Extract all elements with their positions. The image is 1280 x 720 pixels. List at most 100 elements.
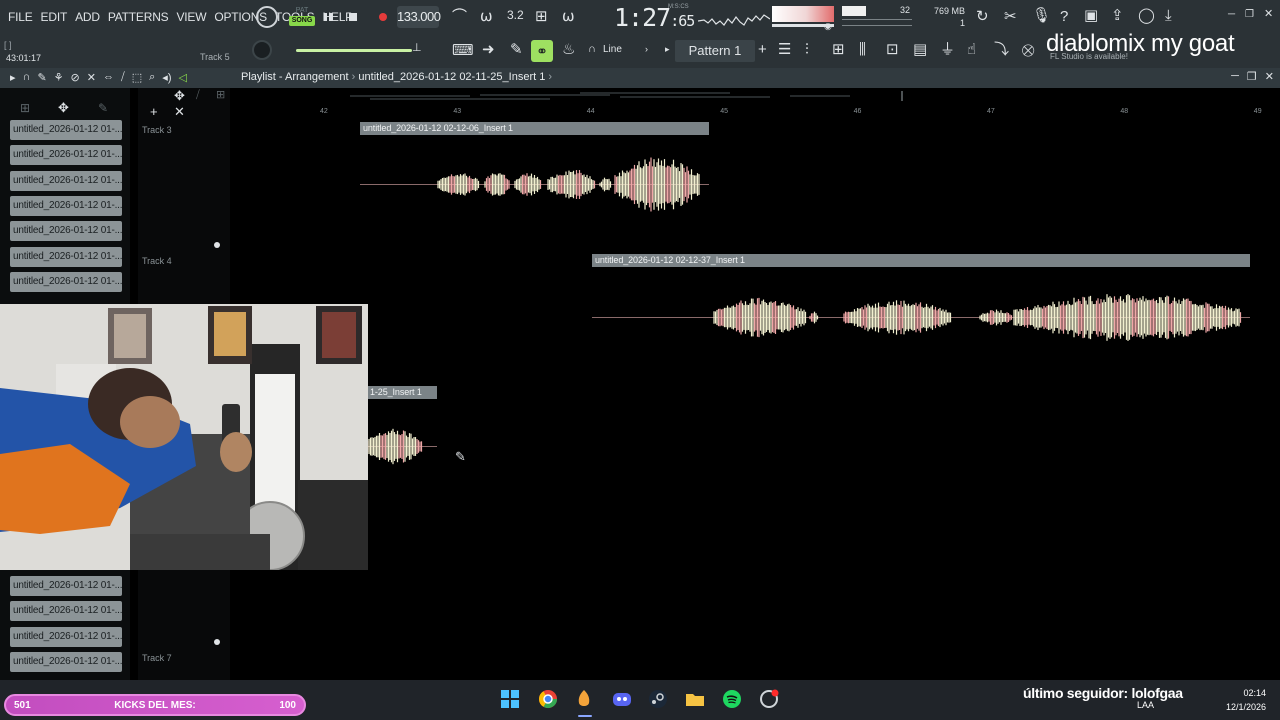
recording-app-icon[interactable]	[757, 687, 781, 711]
track-grid-icon[interactable]: ⊞	[216, 90, 225, 101]
track-link-icon[interactable]: ⧸	[196, 90, 200, 101]
browser-clip-item[interactable]: untitled_2026-01-12 01-...	[10, 651, 122, 672]
pat-song-toggle[interactable]: PAT SONG	[289, 6, 315, 30]
chrome-icon[interactable]	[536, 687, 560, 711]
record-button[interactable]	[374, 7, 392, 27]
play-triangle-icon[interactable]: ▸	[665, 45, 670, 54]
undo-icon[interactable]: ↻	[976, 9, 989, 24]
browser-clip-item[interactable]: untitled_2026-01-12 01-...	[10, 221, 122, 242]
playlist-close-icon[interactable]: ✕	[1265, 70, 1274, 83]
browser-picker-icon[interactable]: ✥	[58, 101, 69, 114]
steam-icon[interactable]	[646, 687, 670, 711]
browser-icon[interactable]: ▤	[913, 42, 927, 57]
pause-button[interactable]	[319, 7, 337, 27]
clip-header[interactable]: untitled_2026-01-12 02-12-06_Insert 1	[360, 122, 709, 135]
remove-track-icon[interactable]: ✕	[174, 105, 185, 118]
update-notice[interactable]: FL Studio is available!	[1050, 52, 1128, 61]
plugin-icon[interactable]: ⏚	[940, 42, 955, 57]
tempo-tapper-icon[interactable]: ⤵	[994, 42, 1009, 57]
track-6-mute-toggle[interactable]	[214, 639, 220, 645]
track-name-7[interactable]: Track 7	[142, 653, 172, 663]
menu-file[interactable]: FILE	[4, 8, 37, 26]
browser-grid-icon[interactable]: ⊞	[20, 102, 30, 114]
minimize-icon[interactable]: ─	[1228, 10, 1235, 20]
arrow-right-icon[interactable]: ➜	[482, 42, 495, 57]
playlist-minimize-icon[interactable]: ─	[1231, 70, 1239, 83]
browser-clip-item[interactable]: untitled_2026-01-12 01-...	[10, 195, 122, 216]
cart-icon[interactable]: ⛒	[1022, 44, 1034, 56]
link-toggle[interactable]: ⚭	[531, 40, 553, 62]
zoom-tool-icon[interactable]: ⌕	[149, 71, 155, 84]
add-track-icon[interactable]: +	[150, 105, 158, 118]
arrangement-overview[interactable]	[350, 91, 905, 101]
playlist-icon[interactable]: ☰	[778, 42, 791, 57]
help-icon[interactable]: ?	[1060, 9, 1068, 24]
cut-icon[interactable]: ✂	[1004, 9, 1017, 24]
microphone-icon[interactable]: 🎙	[1032, 8, 1051, 23]
mixer-faders-icon[interactable]: ⫼	[859, 42, 866, 57]
menu-patterns[interactable]: PATTERNS	[104, 8, 173, 26]
audio-clip[interactable]: untitled_2026-01-12 02-12-37_Insert 1	[592, 254, 1250, 360]
browser-edit-icon[interactable]: ✎	[98, 102, 108, 114]
track-name-3[interactable]: Track 3	[142, 125, 172, 135]
restore-icon[interactable]: ❐	[1245, 10, 1254, 20]
breadcrumb-item[interactable]: untitled_2026-01-12 02-11-25_Insert 1	[358, 71, 545, 83]
download-icon[interactable]: ⤓	[1165, 8, 1172, 23]
fl-studio-taskbar-icon[interactable]	[572, 687, 596, 711]
browser-clip-item[interactable]: untitled_2026-01-12 01-...	[10, 601, 122, 622]
slip-tool-icon[interactable]: ⇔	[103, 71, 114, 84]
touch-icon[interactable]: ☝	[967, 42, 976, 57]
close-icon[interactable]: ✕	[1264, 9, 1273, 20]
audio-clip[interactable]: untitled_2026-01-12 02-12-06_Insert 1	[360, 122, 709, 226]
chat-icon[interactable]: ◯	[1138, 8, 1155, 23]
paint-tool-icon[interactable]: ⚘	[54, 71, 64, 84]
delete-tool-icon[interactable]: ⊘	[71, 71, 80, 84]
chevron-right-icon[interactable]: ›	[645, 45, 648, 54]
save-icon[interactable]: ▣	[1084, 8, 1098, 23]
snap-magnet-icon[interactable]: ∩	[23, 71, 31, 84]
clip-header[interactable]: untitled_2026-01-12 02-12-37_Insert 1	[592, 254, 1250, 267]
select-tool-icon[interactable]: ⬚	[132, 71, 142, 84]
spotify-icon[interactable]	[720, 687, 744, 711]
plugin-picker-icon[interactable]: ⊡	[886, 42, 899, 57]
pattern-selector[interactable]: Pattern 1	[675, 40, 755, 62]
master-pitch-knob-icon[interactable]: ◉	[824, 22, 832, 31]
track-3-mute-toggle[interactable]	[214, 242, 220, 248]
language-indicator[interactable]: LAA	[1137, 700, 1154, 710]
track-tool-icon[interactable]: ✥	[174, 89, 185, 102]
breadcrumb-root[interactable]: Playlist - Arrangement	[241, 71, 349, 83]
tempo-display[interactable]: 133.000	[397, 6, 441, 28]
windows-start-icon[interactable]	[498, 687, 522, 711]
wait-for-input-icon[interactable]: ⍵	[480, 9, 493, 24]
master-volume-knob-icon[interactable]	[256, 6, 278, 28]
menu-view[interactable]: VIEW	[172, 8, 210, 26]
metronome-icon[interactable]: ⌒	[452, 9, 467, 24]
playback-tool-icon[interactable]: ◂)	[162, 71, 171, 84]
system-clock[interactable]: 02:14 12/1/2026	[1226, 686, 1266, 714]
browser-clip-item[interactable]: untitled_2026-01-12 01-...	[10, 271, 122, 292]
browser-clip-item[interactable]: untitled_2026-01-12 01-...	[10, 120, 122, 140]
discord-icon[interactable]	[610, 687, 634, 711]
menu-arrow-icon[interactable]: ▸	[10, 71, 16, 84]
mixer-icon[interactable]: ⊞	[832, 42, 845, 57]
browser-clip-item[interactable]: untitled_2026-01-12 01-...	[10, 576, 122, 596]
menu-add[interactable]: ADD	[71, 8, 104, 26]
browser-clip-item[interactable]: untitled_2026-01-12 01-...	[10, 170, 122, 191]
mute-tool-icon[interactable]: ✕	[87, 71, 96, 84]
snap-mode-select[interactable]: Line	[603, 44, 622, 55]
piano-roll-icon[interactable]: ⌨	[452, 43, 474, 58]
track-name-4[interactable]: Track 4	[142, 256, 172, 266]
magnet-icon[interactable]: ∩	[588, 44, 596, 55]
swing-knob-icon[interactable]	[252, 40, 272, 60]
browser-clip-item[interactable]: untitled_2026-01-12 01-...	[10, 246, 122, 267]
slice-tool-icon[interactable]: ⧸	[121, 71, 125, 84]
add-pattern-icon[interactable]: +	[758, 42, 767, 57]
file-explorer-icon[interactable]	[683, 687, 707, 711]
stop-button[interactable]	[344, 7, 362, 27]
countdown-icon[interactable]: 3.2	[507, 9, 524, 21]
arrangement-play-icon[interactable]: ◁	[178, 71, 186, 84]
playlist-restore-icon[interactable]: ❐	[1247, 70, 1257, 83]
timeline-ruler[interactable]: 42 43 44 45 46 47 48 49	[232, 106, 1280, 122]
stamp-icon[interactable]: ♨	[562, 42, 575, 57]
browser-clip-item[interactable]: untitled_2026-01-12 01-...	[10, 145, 122, 166]
